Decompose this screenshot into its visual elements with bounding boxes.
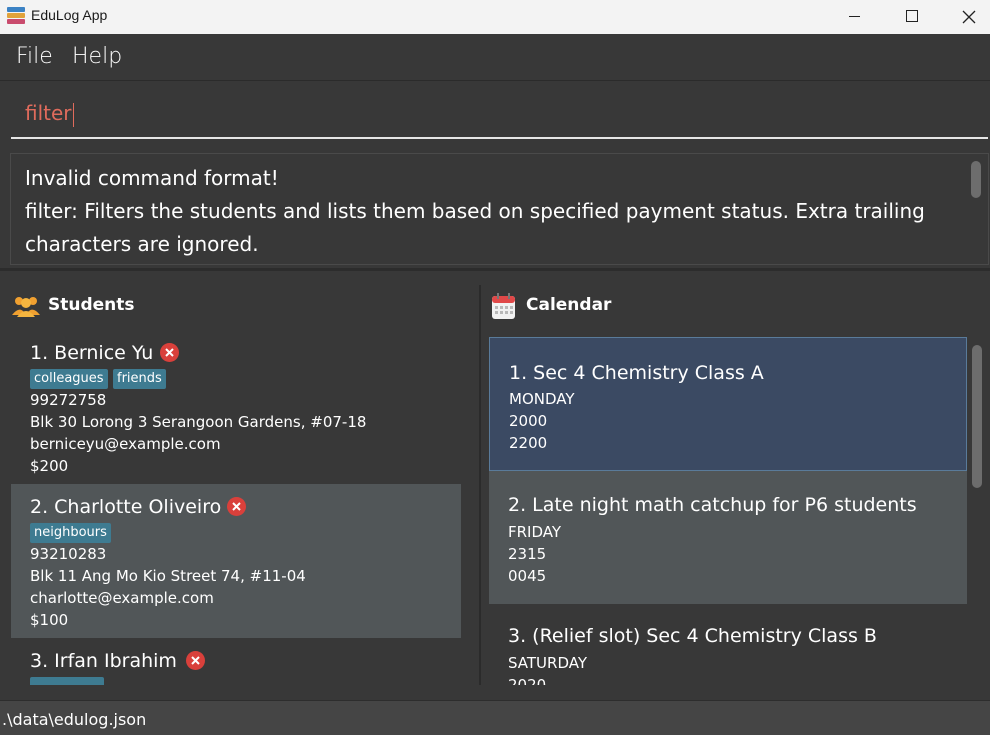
menu-file[interactable]: File bbox=[16, 44, 53, 69]
student-card[interactable]: 1. Bernice Yu colleagues friends 9927275… bbox=[11, 330, 461, 484]
tag: friends bbox=[113, 369, 166, 389]
close-button[interactable] bbox=[940, 0, 990, 34]
lesson-list: 1. Sec 4 Chemistry Class A MONDAY 2000 2… bbox=[489, 337, 967, 685]
calendar-scrollbar[interactable] bbox=[972, 345, 982, 488]
save-location: .\data\edulog.json bbox=[2, 710, 147, 729]
student-name: 1. Bernice Yu bbox=[30, 342, 154, 364]
student-fee: $200 bbox=[30, 457, 69, 475]
lesson-end: 2200 bbox=[509, 434, 548, 452]
menu-help[interactable]: Help bbox=[72, 44, 122, 69]
calendar-icon bbox=[492, 293, 515, 319]
lesson-day: MONDAY bbox=[509, 390, 575, 408]
lesson-name: 3. (Relief slot) Sec 4 Chemistry Class B bbox=[508, 625, 877, 647]
lesson-day: SATURDAY bbox=[508, 654, 588, 672]
result-line: Invalid command format! bbox=[25, 166, 279, 190]
lesson-card[interactable]: 1. Sec 4 Chemistry Class A MONDAY 2000 2… bbox=[489, 337, 967, 471]
student-name: 3. Irfan Ibrahim bbox=[30, 650, 177, 672]
student-address: Blk 30 Lorong 3 Serangoon Gardens, #07-1… bbox=[30, 413, 367, 431]
command-input[interactable]: filter bbox=[11, 95, 988, 139]
lesson-start: 2000 bbox=[509, 412, 548, 430]
window-title: EduLog App bbox=[31, 7, 108, 23]
menu-bar: File Help bbox=[0, 34, 990, 81]
lesson-end: 0045 bbox=[508, 567, 547, 585]
student-address: Blk 11 Ang Mo Kio Street 74, #11-04 bbox=[30, 567, 306, 585]
lesson-card[interactable]: 3. (Relief slot) Sec 4 Chemistry Class B… bbox=[489, 604, 967, 685]
student-phone: 99272758 bbox=[30, 391, 107, 409]
close-icon bbox=[962, 10, 976, 24]
students-title: Students bbox=[48, 295, 135, 315]
minimize-button[interactable] bbox=[825, 0, 883, 34]
student-list: 1. Bernice Yu colleagues friends 9927275… bbox=[11, 330, 461, 685]
result-display: Invalid command format! filter: Filters … bbox=[10, 153, 989, 265]
student-card[interactable]: 3. Irfan Ibrahim bbox=[11, 638, 461, 685]
maximize-icon bbox=[906, 10, 918, 22]
result-line: filter: Filters the students and lists t… bbox=[25, 199, 925, 256]
student-name: 2. Charlotte Oliveiro bbox=[30, 496, 222, 518]
lesson-card[interactable]: 2. Late night math catchup for P6 studen… bbox=[489, 471, 967, 604]
tag bbox=[30, 677, 104, 685]
command-area: filter bbox=[0, 81, 990, 146]
tag: colleagues bbox=[30, 369, 108, 389]
maximize-button[interactable] bbox=[882, 0, 940, 34]
text-caret bbox=[72, 102, 74, 127]
delete-icon[interactable] bbox=[227, 497, 246, 516]
lesson-day: FRIDAY bbox=[508, 523, 562, 541]
student-email: berniceyu@example.com bbox=[30, 435, 221, 453]
panel-divider bbox=[479, 285, 481, 685]
delete-icon[interactable] bbox=[160, 343, 179, 362]
delete-icon[interactable] bbox=[186, 651, 205, 670]
app-books-icon bbox=[6, 6, 26, 26]
lesson-start: 2020 bbox=[508, 676, 547, 685]
student-fee: $100 bbox=[30, 611, 69, 629]
status-bar: .\data\edulog.json bbox=[0, 700, 990, 735]
command-text: filter bbox=[25, 101, 74, 127]
result-scrollbar[interactable] bbox=[971, 161, 981, 198]
title-bar: EduLog App bbox=[0, 0, 990, 34]
calendar-title: Calendar bbox=[526, 295, 612, 315]
students-icon bbox=[12, 297, 40, 317]
minimize-icon bbox=[849, 16, 860, 17]
student-phone: 93210283 bbox=[30, 545, 107, 563]
section-divider bbox=[0, 268, 990, 271]
tag: neighbours bbox=[30, 523, 111, 543]
student-email: charlotte@example.com bbox=[30, 589, 214, 607]
lesson-name: 1. Sec 4 Chemistry Class A bbox=[509, 362, 764, 384]
result-text: Invalid command format! filter: Filters … bbox=[25, 162, 955, 261]
student-card[interactable]: 2. Charlotte Oliveiro neighbours 9321028… bbox=[11, 484, 461, 638]
lesson-name: 2. Late night math catchup for P6 studen… bbox=[508, 494, 917, 516]
lesson-start: 2315 bbox=[508, 545, 547, 563]
